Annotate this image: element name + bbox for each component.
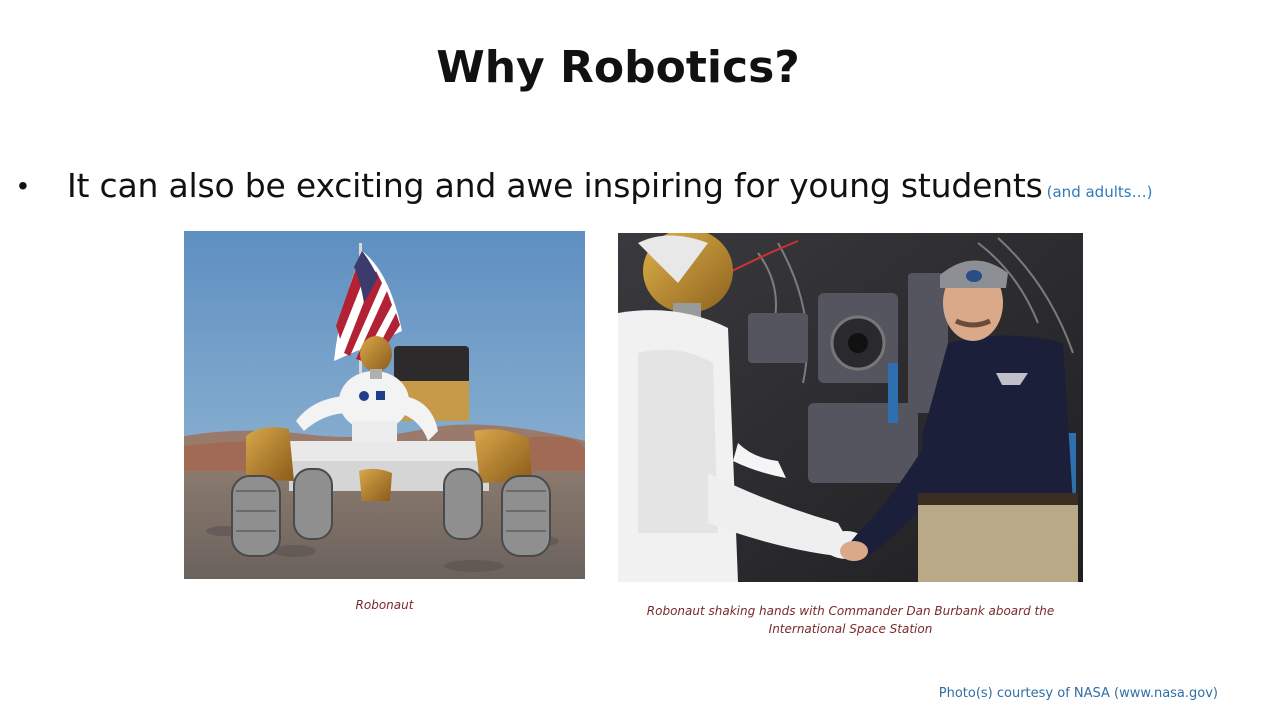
bullet-text: It can also be exciting and awe inspirin… (67, 164, 1152, 214)
bullet-item: • It can also be exciting and awe inspir… (18, 164, 1258, 208)
handshake-caption: Robonaut shaking hands with Commander Da… (618, 602, 1083, 638)
bullet-aside-text: (and adults…) (1046, 183, 1153, 201)
bullet-main-text: It can also be exciting and awe inspirin… (67, 166, 1043, 205)
handshake-caption-line1: Robonaut shaking hands with Commander Da… (646, 604, 1055, 618)
robonaut-rover-photo (184, 231, 585, 579)
slide: Why Robotics? • It can also be exciting … (0, 0, 1280, 720)
bullet-dot-icon: • (18, 170, 28, 201)
photo-credit: Photo(s) courtesy of NASA (www.nasa.gov) (938, 686, 1218, 701)
robonaut-handshake-illustration (618, 233, 1083, 582)
robonaut-rover-illustration (184, 231, 585, 579)
slide-title: Why Robotics? (436, 42, 800, 93)
robonaut-caption: Robonaut (184, 596, 585, 614)
robonaut-caption-text: Robonaut (355, 598, 414, 612)
handshake-caption-line2: International Space Station (768, 622, 933, 636)
robonaut-handshake-photo (618, 233, 1083, 582)
